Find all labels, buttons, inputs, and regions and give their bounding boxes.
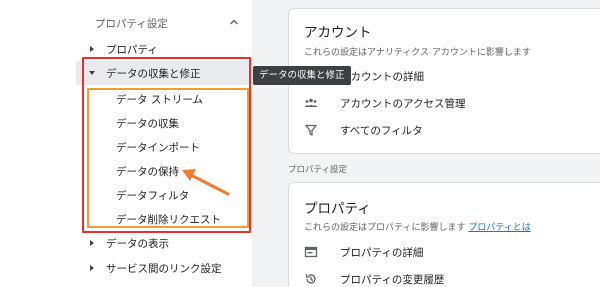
account-access-management-item[interactable]: アカウントのアクセス管理 bbox=[304, 93, 594, 113]
triangle-down-icon bbox=[89, 71, 95, 75]
sidebar-item-property[interactable]: プロパティ bbox=[76, 37, 252, 61]
filter-icon bbox=[305, 124, 317, 136]
sidebar-subitem-data-collection[interactable]: データの収集 bbox=[76, 111, 252, 135]
sidebar-item-label: サービス間のリンク設定 bbox=[106, 263, 222, 275]
all-filters-item[interactable]: すべてのフィルタ bbox=[304, 120, 594, 140]
property-details-icon bbox=[304, 246, 318, 258]
property-settings-header[interactable]: プロパティ設定 bbox=[76, 7, 252, 37]
all-filters-label: すべてのフィルタ bbox=[340, 125, 423, 137]
sidebar-item-label: データの表示 bbox=[106, 238, 169, 250]
triangle-right-icon bbox=[90, 46, 94, 52]
sidebar-subitem-label: データの保持 bbox=[116, 166, 179, 178]
sidebar-subitem-data-import[interactable]: データインポート bbox=[76, 135, 252, 159]
chevron-up-icon bbox=[230, 19, 238, 25]
sidebar-subitem-label: データ ストリーム bbox=[116, 94, 204, 106]
people-icon bbox=[304, 98, 318, 107]
account-card-description: これらの設定はアナリティクス アカウントに影響します bbox=[304, 48, 531, 58]
sidebar-subitem-data-deletion-requests[interactable]: データ削除リクエスト bbox=[76, 207, 252, 231]
sidebar-subitem-label: データの収集 bbox=[116, 118, 179, 130]
property-details-label: プロパティの詳細 bbox=[340, 247, 424, 259]
sidebar-subitem-data-streams[interactable]: データ ストリーム bbox=[76, 87, 252, 111]
property-settings-section-label: プロパティ設定 bbox=[288, 165, 347, 175]
sidebar-item-product-links[interactable]: サービス間のリンク設定 bbox=[76, 256, 252, 280]
property-change-history-label: プロパティの変更履歴 bbox=[340, 274, 445, 286]
sidebar-item-data-collection[interactable]: データの収集と修正 bbox=[76, 61, 252, 85]
account-details-label: アカウントの詳細 bbox=[340, 71, 424, 83]
what-is-property-link[interactable]: プロパティとは bbox=[468, 223, 530, 233]
sidebar-subitem-label: データインポート bbox=[116, 142, 200, 154]
sidebar-item-label: プロパティ bbox=[106, 44, 158, 56]
sidebar-subitem-label: データ削除リクエスト bbox=[116, 214, 221, 226]
property-card-description: これらの設定はプロパティに影響します プロパティとは bbox=[304, 220, 531, 233]
account-access-management-label: アカウントのアクセス管理 bbox=[340, 98, 466, 110]
property-settings-header-label: プロパティ設定 bbox=[95, 18, 168, 30]
sidebar: プロパティ設定 プロパティ データの収集と修正 データ ストリーム データの収集… bbox=[76, 0, 252, 287]
sidebar-item-label: データの収集と修正 bbox=[106, 68, 201, 80]
tooltip: データの収集と修正 bbox=[253, 66, 351, 85]
property-card-description-text: これらの設定はプロパティに影響します bbox=[304, 223, 466, 233]
property-change-history-item[interactable]: プロパティの変更履歴 bbox=[304, 269, 594, 287]
triangle-right-icon bbox=[90, 240, 94, 246]
property-card-title: プロパティ bbox=[304, 201, 371, 217]
main-content: アカウント これらの設定はアナリティクス アカウントに影響します アカウントの詳… bbox=[252, 0, 600, 287]
property-card: プロパティ これらの設定はプロパティに影響します プロパティとは プロパティの詳… bbox=[288, 182, 600, 287]
property-details-item[interactable]: プロパティの詳細 bbox=[304, 242, 594, 262]
sidebar-item-data-display[interactable]: データの表示 bbox=[76, 231, 252, 255]
annotation-arrow-icon bbox=[182, 169, 230, 196]
triangle-right-icon bbox=[90, 265, 94, 271]
history-icon bbox=[305, 274, 316, 284]
account-card-title: アカウント bbox=[304, 25, 372, 41]
